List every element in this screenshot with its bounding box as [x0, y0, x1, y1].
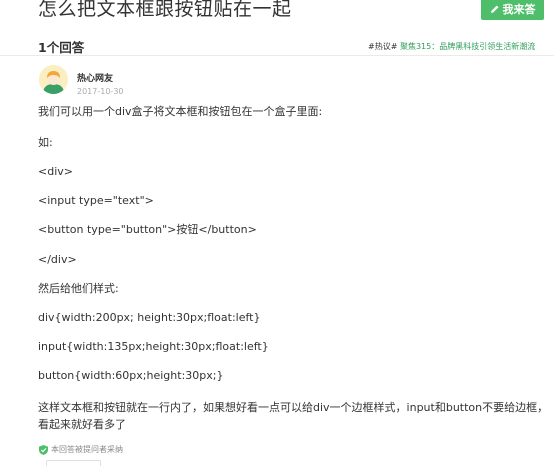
adopted-label: 本回答被提问者采纳	[51, 445, 123, 454]
question-title: 怎么把文本框跟按钮贴在一起	[38, 0, 292, 20]
answer-count: 1个回答	[38, 40, 85, 55]
answer-paragraph: </div>	[38, 253, 77, 266]
answer-paragraph: div{width:200px; height:30px;float:left}	[38, 311, 261, 324]
answer-paragraph: <input type="text">	[38, 194, 154, 207]
question-header: 怎么把文本框跟按钮贴在一起 我来答	[0, 0, 554, 26]
answer-paragraph: 我们可以用一个div盒子将文本框和按钮包在一个盒子里面:	[38, 105, 323, 118]
answer-button[interactable]: 我来答	[481, 0, 544, 20]
answer-paragraph: 如:	[38, 136, 53, 149]
answer-paragraph: 然后给他们样式:	[38, 282, 119, 295]
action-button[interactable]	[46, 460, 101, 466]
answer-paragraph: input{width:135px;height:30px;float:left…	[38, 340, 269, 353]
shield-check-icon	[39, 444, 48, 455]
answer-date: 2017-10-30	[77, 87, 124, 96]
pencil-icon	[490, 5, 498, 13]
user-avatar-icon	[39, 65, 68, 94]
answer-paragraph: button{width:60px;height:30px;}	[38, 369, 224, 382]
hot-topic-prefix: #热议#	[368, 42, 398, 51]
answer-button-label: 我来答	[502, 3, 536, 16]
hot-topic-link[interactable]: 聚焦315：品牌黑科技引领生活新潮流	[400, 42, 535, 51]
answer-paragraph: <button type="button">按钮</button>	[38, 223, 257, 236]
answer-paragraph: <div>	[38, 165, 73, 178]
avatar[interactable]	[39, 65, 68, 94]
adopted-badge: 本回答被提问者采纳	[39, 444, 123, 455]
answers-header: 1个回答 #热议# 聚焦315：品牌黑科技引领生活新潮流	[0, 26, 554, 56]
hot-topic: #热议# 聚焦315：品牌黑科技引领生活新潮流	[368, 41, 535, 52]
answer-paragraph: 这样文本框和按钮就在一行内了，如果想好看一点可以给div一个边框样式，input…	[38, 401, 549, 431]
user-name[interactable]: 热心网友	[77, 71, 113, 84]
